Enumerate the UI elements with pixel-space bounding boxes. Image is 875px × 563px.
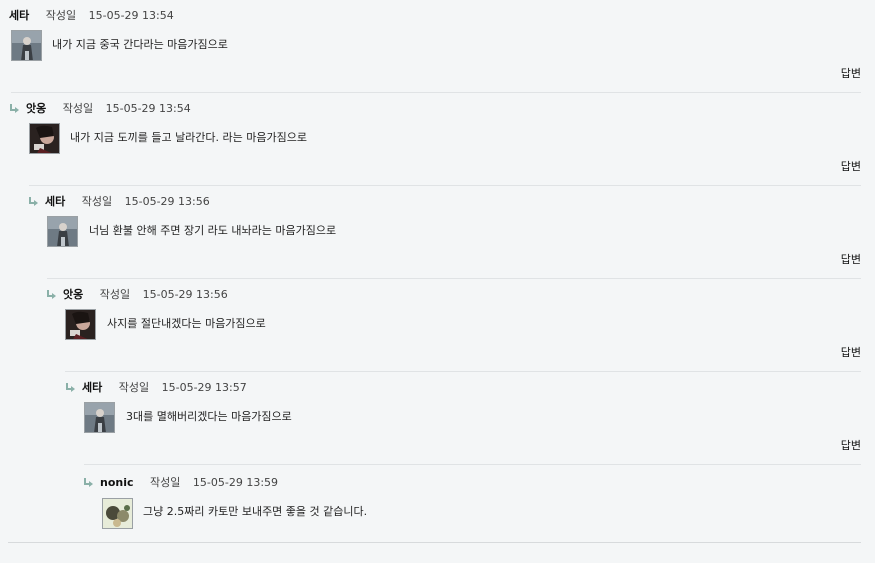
avatar xyxy=(29,123,60,154)
comment-author[interactable]: 세타 xyxy=(9,9,29,22)
list-bottom-divider xyxy=(8,542,861,543)
comment-divider xyxy=(84,464,861,465)
comment-text: 너님 환불 안해 주면 장기 라도 내놔라는 마음가짐으로 xyxy=(89,224,337,237)
comment-meta: 세타 작성일 15-05-29 13:54 xyxy=(9,8,174,24)
reply-arrow-icon xyxy=(84,478,93,487)
comment-date: 15-05-29 13:54 xyxy=(105,102,191,115)
comment-meta: 세타 작성일 15-05-29 13:56 xyxy=(29,194,210,210)
written-date-label: 작성일 xyxy=(45,9,77,22)
avatar xyxy=(65,309,96,340)
reply-button[interactable]: 답변 xyxy=(841,251,861,267)
reply-arrow-icon xyxy=(29,197,38,206)
comment-item: 세타 작성일 15-05-29 13:57 3대를 멸해버리겠다는 마음가짐으로… xyxy=(0,372,875,465)
comment-text: 내가 지금 중국 간다라는 마음가짐으로 xyxy=(52,38,228,51)
comment-item: 세타 작성일 15-05-29 13:54 내가 지금 중국 간다라는 마음가짐… xyxy=(0,0,875,93)
comment-item: nonic 작성일 15-05-29 13:59 그냥 2.5짜리 카토만 보내… xyxy=(0,470,875,563)
comment-text: 3대를 멸해버리겠다는 마음가짐으로 xyxy=(126,410,292,423)
avatar xyxy=(102,498,133,529)
reply-arrow-icon xyxy=(47,290,56,299)
reply-button[interactable]: 답변 xyxy=(841,437,861,453)
comment-meta: 앗옹 작성일 15-05-29 13:56 xyxy=(47,287,228,303)
avatar xyxy=(11,30,42,61)
comment-date: 15-05-29 13:56 xyxy=(124,195,210,208)
comment-text: 그냥 2.5짜리 카토만 보내주면 좋을 것 같습니다. xyxy=(143,505,368,518)
comment-text: 내가 지금 도끼를 들고 날라간다. 라는 마음가짐으로 xyxy=(70,131,307,144)
comment-author[interactable]: 세타 xyxy=(82,381,102,394)
written-date-label: 작성일 xyxy=(81,195,113,208)
comment-text: 사지를 절단내겠다는 마음가짐으로 xyxy=(107,317,266,330)
avatar xyxy=(47,216,78,247)
comment-meta: 앗옹 작성일 15-05-29 13:54 xyxy=(10,101,191,117)
comment-item: 세타 작성일 15-05-29 13:56 너님 환불 안해 주면 장기 라도 … xyxy=(0,186,875,279)
comment-meta: 세타 작성일 15-05-29 13:57 xyxy=(66,380,247,396)
comment-date: 15-05-29 13:56 xyxy=(142,288,228,301)
comment-author[interactable]: 앗옹 xyxy=(63,288,83,301)
written-date-label: 작성일 xyxy=(118,381,150,394)
reply-arrow-icon xyxy=(10,104,19,113)
comment-date: 15-05-29 13:59 xyxy=(192,476,279,489)
comment-date: 15-05-29 13:57 xyxy=(161,381,247,394)
comment-meta: nonic 작성일 15-05-29 13:59 xyxy=(84,475,279,491)
comment-author[interactable]: 앗옹 xyxy=(26,102,46,115)
comment-author[interactable]: nonic xyxy=(100,476,134,489)
reply-arrow-icon xyxy=(66,383,75,392)
comment-item: 앗옹 작성일 15-05-29 13:56 사지를 절단내겠다는 마음가짐으로 … xyxy=(0,279,875,372)
comment-date: 15-05-29 13:54 xyxy=(88,9,174,22)
reply-button[interactable]: 답변 xyxy=(841,344,861,360)
reply-button[interactable]: 답변 xyxy=(841,158,861,174)
written-date-label: 작성일 xyxy=(150,476,181,489)
written-date-label: 작성일 xyxy=(62,102,94,115)
written-date-label: 작성일 xyxy=(99,288,131,301)
comment-item: 앗옹 작성일 15-05-29 13:54 내가 지금 도끼를 들고 날라간다.… xyxy=(0,93,875,186)
reply-button[interactable]: 답변 xyxy=(841,65,861,81)
comment-author[interactable]: 세타 xyxy=(45,195,65,208)
avatar xyxy=(84,402,115,433)
